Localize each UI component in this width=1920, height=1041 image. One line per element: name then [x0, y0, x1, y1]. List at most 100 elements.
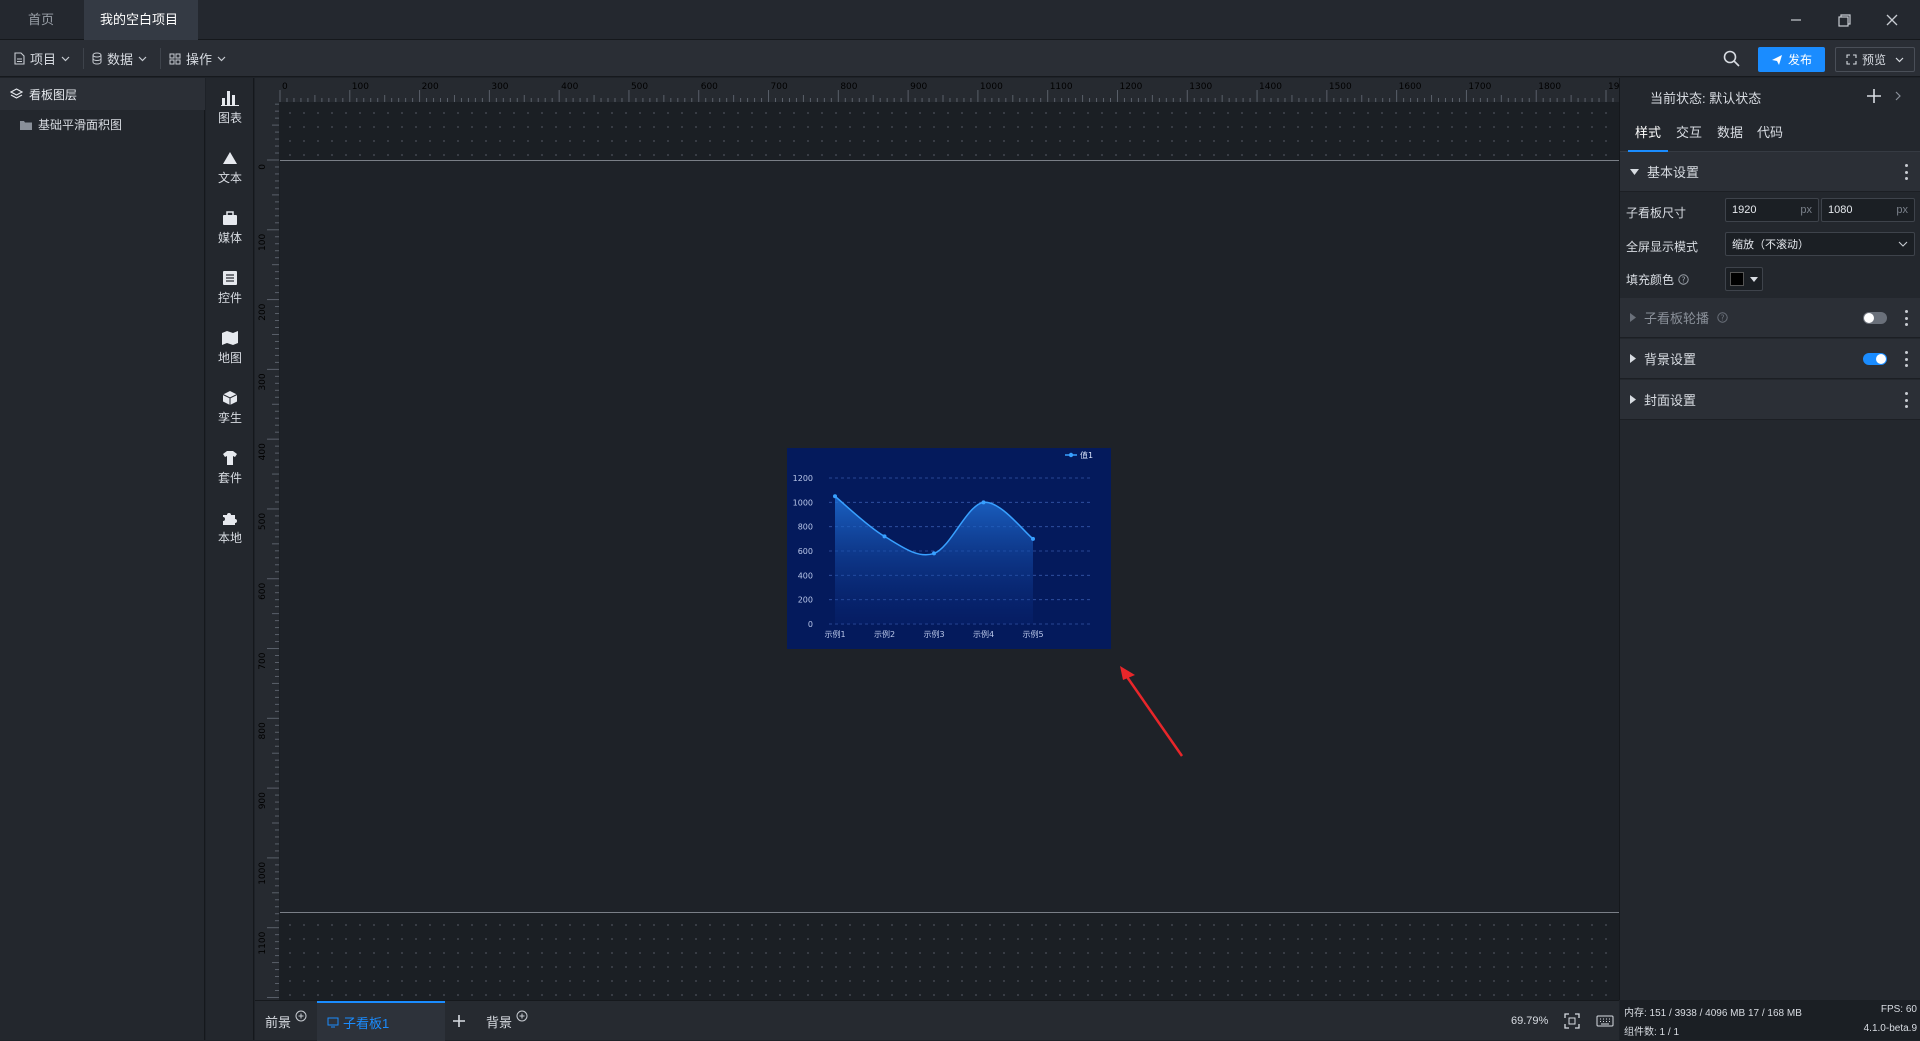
widget-suite[interactable]: 套件: [206, 442, 254, 494]
bar-chart-icon: [221, 91, 239, 106]
tab-subboard[interactable]: 子看板1: [317, 1001, 445, 1041]
grid-icon: [169, 53, 181, 64]
component-count: 组件数: 1 / 1: [1624, 1027, 1680, 1038]
ruler-tick-label: 1600: [1399, 82, 1422, 92]
chevron-right-icon[interactable]: [1894, 91, 1902, 101]
tab-project[interactable]: 我的空白项目: [84, 0, 198, 65]
restore-icon[interactable]: [1824, 0, 1864, 40]
ruler-tick-label: 1100: [1050, 82, 1073, 92]
menu-project[interactable]: 项目: [6, 40, 78, 77]
fit-screen-icon[interactable]: [1564, 1001, 1580, 1041]
chevron-down-icon: [1898, 241, 1908, 247]
x-tick-label: 示例2: [874, 629, 895, 639]
fullscreen-icon: [1846, 54, 1857, 65]
legend-label: 值1: [1080, 450, 1093, 460]
area-chart-widget[interactable]: 0 200 400 600 800 1000 1200 示例1 示例2 示例3 示例4 示例5 值1: [787, 448, 1111, 649]
ruler-tick-label: 1100: [258, 931, 268, 954]
carousel-toggle[interactable]: [1863, 312, 1887, 324]
widget-local[interactable]: 本地: [206, 502, 254, 554]
add-circle-icon[interactable]: [295, 1010, 307, 1022]
fullscreen-select[interactable]: 缩放（不滚动）: [1725, 232, 1915, 256]
caret-down-icon: [1630, 168, 1639, 175]
tab-home[interactable]: 首页: [12, 0, 70, 40]
layers-icon: [10, 88, 23, 99]
widget-text[interactable]: 文本: [206, 142, 254, 194]
tab-background[interactable]: 背景: [486, 1001, 528, 1041]
widget-control[interactable]: 控件: [206, 262, 254, 314]
tab-code[interactable]: 代码: [1757, 116, 1783, 152]
media-icon: [223, 211, 237, 225]
widget-twin[interactable]: 孪生: [206, 382, 254, 434]
zoom-level[interactable]: 69.79%: [1511, 1001, 1548, 1041]
height-input[interactable]: 1080 px: [1821, 198, 1915, 222]
ruler-tick-label: 1200: [1119, 82, 1142, 92]
caret-right-icon: [1630, 313, 1636, 322]
layers-panel: 看板图层 基础平滑面积图: [0, 78, 205, 1040]
text-icon: [223, 152, 237, 164]
status-bar: 内存: 151 / 3938 / 4096 MB 17 / 168 MB FPS…: [1620, 1000, 1920, 1040]
tab-data[interactable]: 数据: [1717, 116, 1743, 152]
section-cover[interactable]: 封面设置: [1620, 380, 1920, 420]
tab-style[interactable]: 样式: [1628, 116, 1668, 152]
widget-chart[interactable]: 图表: [206, 82, 254, 134]
help-icon[interactable]: ?: [1678, 274, 1689, 285]
more-icon[interactable]: [1905, 310, 1909, 326]
chevron-down-icon: [1895, 57, 1904, 62]
section-background[interactable]: 背景设置: [1620, 339, 1920, 379]
widget-map[interactable]: 地图: [206, 322, 254, 374]
x-tick-label: 示例4: [973, 629, 994, 639]
database-icon: [92, 52, 102, 65]
svg-text:?: ?: [1681, 275, 1685, 284]
ruler-tick-label: 1300: [1189, 82, 1212, 92]
ruler-tick-label: 200: [422, 82, 439, 92]
widget-media[interactable]: 媒体: [206, 202, 254, 254]
bottom-bar: 前景 子看板1 背景 69.79%: [255, 1000, 1619, 1041]
data-point: [882, 534, 887, 539]
tab-interaction[interactable]: 交互: [1676, 116, 1702, 152]
close-icon[interactable]: [1872, 0, 1912, 40]
title-bar: 首页 我的空白项目: [0, 0, 1920, 65]
section-basic[interactable]: 基本设置: [1620, 152, 1920, 192]
layer-item[interactable]: 基础平滑面积图: [20, 116, 122, 133]
fps-readout: FPS: 60: [1880, 1004, 1917, 1015]
ruler-tick-label: 700: [771, 82, 788, 92]
state-value[interactable]: 默认状态: [1709, 88, 1761, 107]
preview-button[interactable]: 预览: [1835, 47, 1915, 72]
publish-button[interactable]: 发布: [1758, 47, 1825, 72]
ruler-tick-label: 1000: [258, 862, 268, 885]
fill-color-picker[interactable]: [1725, 267, 1763, 291]
help-icon[interactable]: ?: [1717, 312, 1728, 323]
ruler-tick-label: 1700: [1468, 82, 1491, 92]
width-input[interactable]: 1920 px: [1725, 198, 1819, 222]
add-state-icon[interactable]: [1866, 88, 1882, 104]
ruler-tick-label: 400: [561, 82, 578, 92]
ruler-tick-label: 900: [910, 82, 927, 92]
add-subboard-button[interactable]: [452, 1001, 466, 1041]
more-icon[interactable]: [1905, 351, 1909, 367]
tab-foreground[interactable]: 前景: [265, 1001, 307, 1041]
suite-icon: [223, 451, 237, 465]
ruler-tick-label: 800: [258, 722, 268, 739]
ruler-tick-label: 700: [258, 652, 268, 669]
fullscreen-label: 全屏显示模式: [1626, 240, 1699, 254]
add-circle-icon[interactable]: [516, 1010, 528, 1022]
search-icon[interactable]: [1723, 50, 1740, 67]
canvas-area[interactable]: 0 100 200 300 400 500 600 700 800 900 1000 1100 1200…: [255, 78, 1619, 1000]
ruler-tick-label: 300: [258, 373, 268, 390]
area-chart: 0 200 400 600 800 1000 1200 示例1 示例2 示例3 示例4 示例5 值1: [793, 450, 1093, 639]
chevron-down-icon: [217, 56, 226, 61]
menu-operation[interactable]: 操作: [161, 40, 234, 77]
fill-color-label: 填充颜色 ?: [1626, 271, 1689, 288]
ruler-tick-label: 500: [631, 82, 648, 92]
section-carousel[interactable]: 子看板轮播 ?: [1620, 298, 1920, 338]
keyboard-icon[interactable]: [1596, 1001, 1614, 1041]
background-toggle[interactable]: [1863, 353, 1887, 365]
ruler-tick-label: 100: [258, 234, 268, 251]
minimize-icon[interactable]: [1776, 0, 1816, 40]
more-icon[interactable]: [1905, 392, 1909, 408]
ruler-tick-label: 600: [701, 82, 718, 92]
more-icon[interactable]: [1905, 164, 1909, 180]
ruler-tick-label: 1500: [1329, 82, 1352, 92]
y-tick-label: 0: [808, 620, 813, 629]
menu-data[interactable]: 数据: [84, 40, 155, 77]
